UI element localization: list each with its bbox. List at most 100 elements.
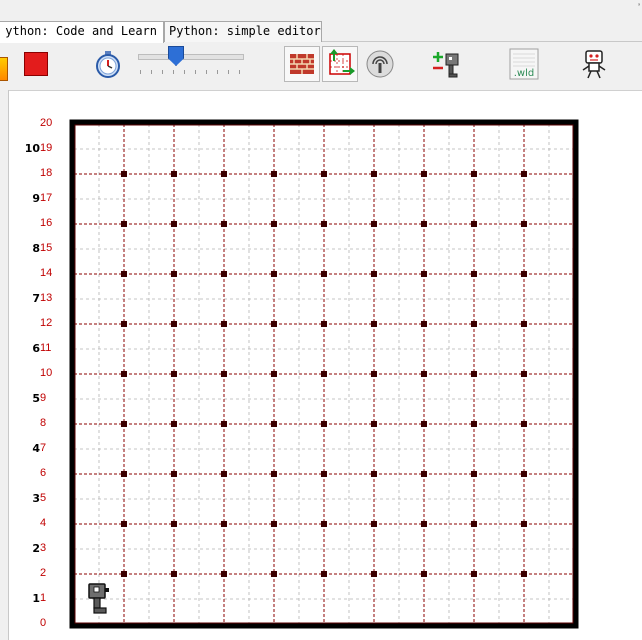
corner-mark: ’ (638, 2, 640, 12)
beeper-marker (121, 521, 127, 527)
beeper-marker (171, 271, 177, 277)
beeper-marker (371, 221, 377, 227)
stop-button[interactable] (18, 46, 54, 82)
beeper-marker (521, 471, 527, 477)
stop-icon (24, 52, 48, 76)
beeper-marker (371, 371, 377, 377)
beeper-marker (271, 271, 277, 277)
add-remove-robot-icon (433, 52, 459, 78)
beeper-marker (221, 371, 227, 377)
beeper-marker (271, 171, 277, 177)
robot-appearance-button[interactable] (576, 46, 612, 82)
beeper-marker (321, 171, 327, 177)
beeper-marker (321, 271, 327, 277)
beeper-marker (321, 321, 327, 327)
beeper-marker (421, 421, 427, 427)
beeper-marker (321, 371, 327, 377)
beeper-marker (221, 421, 227, 427)
beeper-marker (371, 471, 377, 477)
beeper-marker (271, 371, 277, 377)
beeper-marker (171, 221, 177, 227)
beeper-marker (321, 521, 327, 527)
beeper-marker (421, 571, 427, 577)
world-resize-icon (329, 49, 355, 75)
tab-code-and-learn[interactable]: ython: Code and Learn (0, 21, 164, 43)
resize-world-button[interactable] (322, 46, 358, 82)
beeper-marker (471, 271, 477, 277)
beeper-marker (521, 221, 527, 227)
beeper-marker (471, 321, 477, 327)
beeper-marker (521, 321, 527, 327)
beeper-marker (171, 471, 177, 477)
beeper-marker (221, 571, 227, 577)
beeper-marker (371, 271, 377, 277)
beeper-marker (221, 471, 227, 477)
beeper-marker (221, 171, 227, 177)
beeper-marker (371, 421, 377, 427)
beeper-marker (221, 271, 227, 277)
add-remove-robot-button[interactable] (428, 46, 464, 82)
slider-tick (162, 70, 163, 74)
tab-simple-editor[interactable]: Python: simple editor (164, 21, 322, 42)
beeper-marker (371, 521, 377, 527)
beeper-marker (221, 321, 227, 327)
beeper-marker (521, 371, 527, 377)
slider-tick (173, 70, 174, 74)
slider-tick (206, 70, 207, 74)
beeper-marker (121, 471, 127, 477)
beeper-marker (371, 571, 377, 577)
slider-tick (239, 70, 240, 74)
beeper-marker (471, 521, 477, 527)
beeper-marker (321, 421, 327, 427)
beeper-marker (521, 571, 527, 577)
beeper-marker (171, 421, 177, 427)
beeper-marker (421, 171, 427, 177)
beeper-marker (521, 171, 527, 177)
step-button[interactable] (0, 46, 10, 82)
beeper-marker (321, 471, 327, 477)
beeper-marker (121, 221, 127, 227)
beeper-marker (471, 371, 477, 377)
beeper-marker (421, 221, 427, 227)
slider-tick (184, 70, 185, 74)
wall-brick-icon (290, 54, 314, 74)
beeper-marker (121, 571, 127, 577)
beeper-marker (471, 571, 477, 577)
world-file-icon: .wld (509, 48, 539, 80)
tab-bar: ython: Code and Learn Python: simple edi… (0, 0, 642, 43)
save-world-button[interactable]: .wld (506, 46, 542, 82)
beeper-marker (271, 471, 277, 477)
beeper-marker (121, 421, 127, 427)
beeper-marker (171, 171, 177, 177)
beeper-marker (421, 371, 427, 377)
place-beeper-button[interactable] (362, 46, 398, 82)
beeper-marker (521, 521, 527, 527)
beeper-marker (171, 371, 177, 377)
beeper-marker (471, 421, 477, 427)
beeper-marker (421, 521, 427, 527)
beeper-marker (471, 471, 477, 477)
robot-color-icon (582, 50, 606, 79)
beeper-marker (171, 521, 177, 527)
beeper-marker (171, 321, 177, 327)
beeper-marker (271, 571, 277, 577)
world-grid (69, 119, 579, 629)
beeper-marker (221, 521, 227, 527)
world-canvas[interactable]: 10 9 8 7 6 5 4 3 2 1 20 19 18 17 16 15 14 13 12 11 10 9 8 7 6 5 4… (10, 92, 642, 640)
beeper-marker (371, 321, 377, 327)
speed-stopwatch-button[interactable] (90, 46, 126, 82)
speed-slider-track[interactable] (138, 54, 244, 60)
beeper-marker (271, 221, 277, 227)
edit-walls-button[interactable] (284, 46, 320, 82)
beeper-marker (421, 321, 427, 327)
beeper-marker (371, 171, 377, 177)
stopwatch-icon (96, 51, 120, 78)
beeper-marker (421, 271, 427, 277)
beeper-marker (271, 521, 277, 527)
robot-icon[interactable] (88, 583, 109, 614)
slider-tick (195, 70, 196, 74)
slider-tick (140, 70, 141, 74)
beacon-icon (366, 50, 394, 78)
slider-tick (217, 70, 218, 74)
beeper-marker (421, 471, 427, 477)
